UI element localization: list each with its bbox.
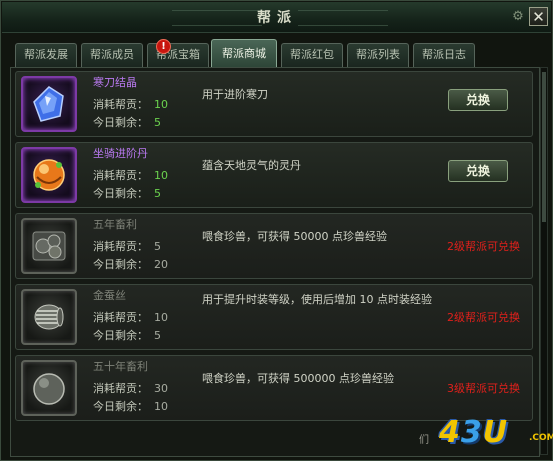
item-name: 五十年畜利 (93, 360, 148, 373)
tab-shop[interactable]: 帮派商城 (211, 39, 277, 68)
cost-value: 10 (154, 311, 168, 324)
close-button[interactable]: ✕ (529, 7, 548, 26)
tab-members[interactable]: 帮派成员 (81, 43, 143, 67)
remain-line: 今日剩余： 5 (93, 116, 161, 129)
shop-item-row: 坐骑进阶丹 消耗帮贡： 10 今日剩余： 5 蕴含天地灵气的灵丹 兑换 (15, 142, 533, 208)
remain-value: 20 (154, 258, 168, 271)
cost-value: 5 (154, 240, 161, 253)
orange-pill-icon[interactable] (21, 147, 77, 203)
remain-value: 10 (154, 400, 168, 413)
cost-line: 消耗帮贡： 10 (93, 169, 168, 182)
remain-line: 今日剩余： 5 (93, 187, 161, 200)
cost-line: 消耗帮贡： 10 (93, 311, 168, 324)
grey-orb-icon[interactable] (21, 360, 77, 416)
item-name: 五年畜利 (93, 218, 137, 231)
cost-value: 30 (154, 382, 168, 395)
remain-value: 5 (154, 329, 161, 342)
cost-line: 消耗帮贡： 30 (93, 382, 168, 395)
remain-value: 5 (154, 116, 161, 129)
alert-icon: ! (156, 39, 171, 54)
item-description: 蕴含天地灵气的灵丹 (202, 159, 301, 172)
remain-line: 今日剩余： 20 (93, 258, 168, 271)
silk-roll-icon[interactable] (21, 289, 77, 345)
shop-item-row: 五年畜利 消耗帮贡： 5 今日剩余： 20 喂食珍兽，可获得 50000 点珍兽经验… (15, 213, 533, 279)
item-name: 金蚕丝 (93, 289, 126, 302)
settings-icon[interactable]: ⚙ (509, 8, 527, 26)
item-name: 坐骑进阶丹 (93, 147, 148, 160)
scroll-thumb[interactable] (542, 72, 546, 222)
watermark-logo: 43U (439, 415, 509, 450)
shop-item-row: 寒刀结晶 消耗帮贡： 10 今日剩余： 5 用于进阶寒刀 兑换 (15, 71, 533, 137)
cost-value: 10 (154, 169, 168, 182)
cost-line: 消耗帮贡： 10 (93, 98, 168, 111)
item-name: 寒刀结晶 (93, 76, 137, 89)
blue-crystal-icon[interactable] (21, 76, 77, 132)
tab-development[interactable]: 帮派发展 (15, 43, 77, 67)
tab-red-packet[interactable]: 帮派红包 (281, 43, 343, 67)
watermark-domain: .COM (529, 433, 553, 443)
site-watermark: 们 43U .COM (419, 415, 553, 459)
tab-guild-list[interactable]: 帮派列表 (347, 43, 409, 67)
shop-item-row: 五十年畜利 消耗帮贡： 30 今日剩余： 10 喂食珍兽，可获得 500000 点珍… (15, 355, 533, 421)
cost-line: 消耗帮贡： 5 (93, 240, 161, 253)
window-title: 帮派 (257, 10, 297, 26)
cost-value: 10 (154, 98, 168, 111)
item-description: 喂食珍兽，可获得 500000 点珍兽经验 (202, 372, 394, 385)
exchange-button[interactable]: 兑换 (448, 160, 508, 182)
requirement-text: 2级帮派可兑换 (447, 311, 520, 324)
guild-window: 帮派 ⚙ ✕ 帮派发展 帮派成员 帮派宝箱 ! 帮派商城 帮派红包 帮派列表 帮… (0, 0, 553, 461)
exchange-button[interactable]: 兑换 (448, 89, 508, 111)
item-description: 用于提升时装等级，使用后增加 10 点时装经验 (202, 293, 432, 306)
item-description: 喂食珍兽，可获得 50000 点珍兽经验 (202, 230, 387, 243)
remain-line: 今日剩余： 5 (93, 329, 161, 342)
scrollbar[interactable] (540, 67, 548, 455)
shop-item-row: 金蚕丝 消耗帮贡： 10 今日剩余： 5 用于提升时装等级，使用后增加 10 点时装… (15, 284, 533, 350)
item-description: 用于进阶寒刀 (202, 88, 268, 101)
remain-value: 5 (154, 187, 161, 200)
remain-line: 今日剩余： 10 (93, 400, 168, 413)
shop-list: 寒刀结晶 消耗帮贡： 10 今日剩余： 5 用于进阶寒刀 兑换 坐骑进阶丹 消耗帮贡… (10, 67, 540, 457)
watermark-prefix: 们 (419, 435, 429, 446)
grey-pills-icon[interactable] (21, 218, 77, 274)
requirement-text: 2级帮派可兑换 (447, 240, 520, 253)
title-bar: 帮派 ⚙ ✕ (2, 2, 551, 33)
tab-log[interactable]: 帮派日志 (413, 43, 475, 67)
requirement-text: 3级帮派可兑换 (447, 382, 520, 395)
